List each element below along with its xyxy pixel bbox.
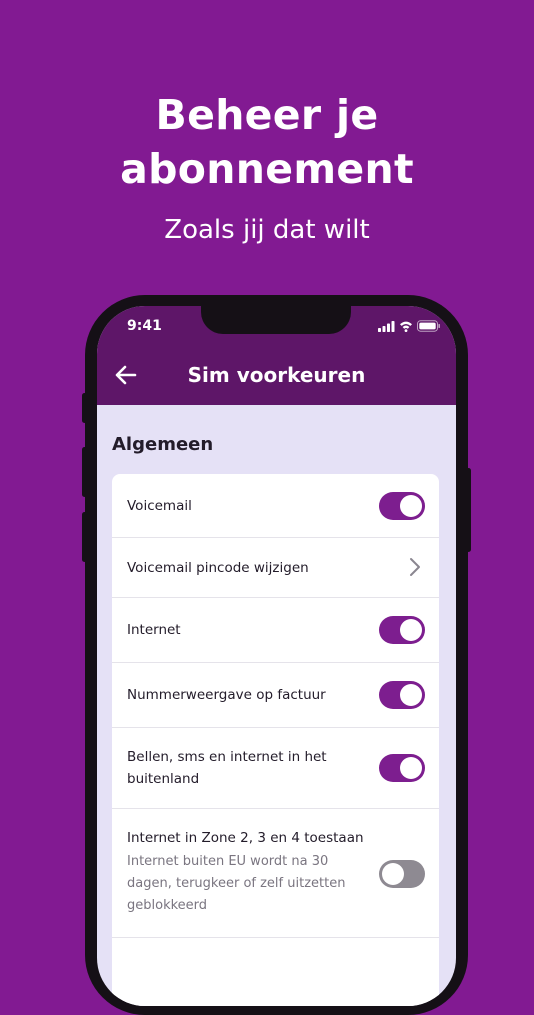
setting-row-voicemail-pin[interactable]: Voicemail pincode wijzigen	[112, 538, 439, 598]
setting-label-roaming-line-2: buitenland	[127, 771, 200, 787]
setting-label-zone-internet: Internet in Zone 2, 3 en 4 toestaan	[127, 830, 364, 846]
status-time: 9:41	[127, 318, 162, 334]
setting-description-line-1: Internet buiten EU wordt na 30	[127, 854, 329, 869]
setting-label-internet: Internet	[127, 622, 181, 638]
phone-screen: 9:41 Sim voorkeuren Algemeen Voicemail V…	[97, 306, 456, 1006]
setting-label-caller-id-invoice: Nummerweergave op factuur	[127, 687, 326, 703]
hero-subtitle: Zoals jij dat wilt	[164, 215, 370, 245]
phone-notch	[201, 306, 351, 334]
internet-toggle[interactable]	[379, 616, 425, 644]
setting-label-voicemail: Voicemail	[127, 498, 192, 514]
toggle-knob	[400, 684, 422, 706]
zone-internet-toggle[interactable]	[379, 860, 425, 888]
toggle-knob	[400, 757, 422, 779]
toggle-knob	[400, 619, 422, 641]
hero-title-line-1: Beheer je	[155, 91, 379, 139]
status-icons	[378, 320, 440, 332]
setting-description-line-3: geblokkeerd	[127, 898, 208, 913]
wifi-icon	[400, 321, 412, 332]
battery-icon	[417, 320, 440, 332]
setting-row-roaming[interactable]: Bellen, sms en internet in het buitenlan…	[112, 728, 439, 809]
voicemail-toggle[interactable]	[379, 492, 425, 520]
setting-row-zone-internet[interactable]: Internet in Zone 2, 3 en 4 toestaan Inte…	[112, 809, 439, 938]
hero-title: Beheer je abonnement	[0, 88, 534, 196]
setting-row-caller-id-invoice[interactable]: Nummerweergave op factuur	[112, 663, 439, 728]
toggle-knob	[400, 495, 422, 517]
setting-row-voicemail[interactable]: Voicemail	[112, 474, 439, 538]
caller-id-invoice-toggle[interactable]	[379, 681, 425, 709]
section-title-general: Algemeen	[112, 434, 214, 455]
chevron-right-icon[interactable]	[409, 557, 421, 577]
setting-row-internet[interactable]: Internet	[112, 598, 439, 663]
setting-description-line-2: dagen, terugkeer of zelf uitzetten	[127, 876, 346, 891]
hero-title-line-2: abonnement	[120, 145, 414, 193]
roaming-toggle[interactable]	[379, 754, 425, 782]
page-title: Sim voorkeuren	[187, 363, 366, 387]
setting-label-roaming-line-1: Bellen, sms en internet in het	[127, 749, 327, 765]
signal-icon	[378, 321, 395, 332]
app-bar: 9:41 Sim voorkeuren	[97, 306, 456, 405]
setting-label-roaming: Bellen, sms en internet in het buitenlan…	[127, 746, 327, 790]
settings-card: Voicemail Voicemail pincode wijzigen Int…	[112, 474, 439, 1006]
setting-description-zone-internet: Internet buiten EU wordt na 30 dagen, te…	[127, 851, 345, 917]
setting-label-voicemail-pin: Voicemail pincode wijzigen	[127, 560, 309, 576]
toggle-knob	[382, 863, 404, 885]
